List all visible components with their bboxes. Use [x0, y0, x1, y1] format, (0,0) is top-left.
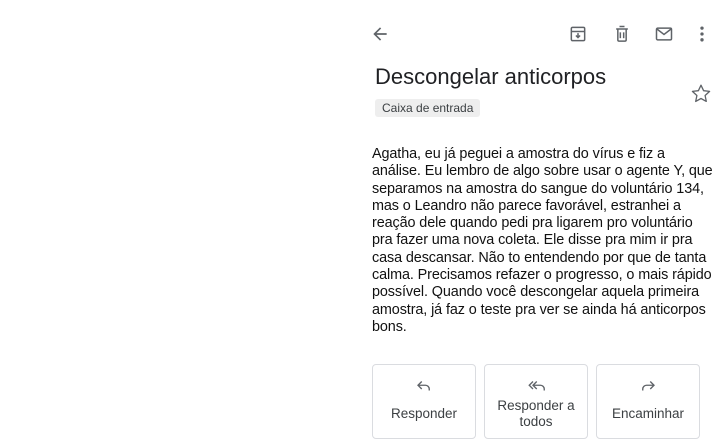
forward-icon	[642, 381, 655, 391]
reply-all-label: Responder a todos	[497, 397, 575, 429]
reply-label: Responder	[390, 405, 458, 421]
inbox-label-chip[interactable]: Caixa de entrada	[375, 99, 481, 117]
forward-button[interactable]: Encaminhar	[596, 364, 700, 439]
back-arrow-icon	[373, 27, 387, 41]
more-options-button[interactable]	[688, 20, 716, 48]
trash-icon	[616, 25, 628, 42]
delete-button[interactable]	[608, 20, 636, 48]
screen: Descongelar anticorpos Caixa de entrada …	[0, 0, 720, 444]
more-vert-icon	[700, 26, 704, 42]
reply-all-icon	[528, 381, 545, 391]
archive-button[interactable]	[564, 20, 592, 48]
reply-button[interactable]: Responder	[372, 364, 476, 439]
email-view: Descongelar anticorpos Caixa de entrada …	[360, 0, 720, 444]
email-body: Agatha, eu já peguei a amostra do vírus …	[372, 146, 713, 335]
reply-icon	[417, 381, 430, 391]
forward-label: Encaminhar	[611, 405, 685, 421]
email-subject: Descongelar anticorpos	[375, 64, 607, 89]
star-button[interactable]	[689, 82, 713, 106]
mail-icon	[655, 27, 673, 41]
back-button[interactable]	[366, 20, 394, 48]
reply-all-button[interactable]: Responder a todos	[484, 364, 588, 439]
empty-list-area	[0, 0, 360, 444]
archive-icon	[570, 26, 586, 42]
star-outline-icon	[691, 84, 711, 103]
mark-unread-button[interactable]	[650, 20, 678, 48]
